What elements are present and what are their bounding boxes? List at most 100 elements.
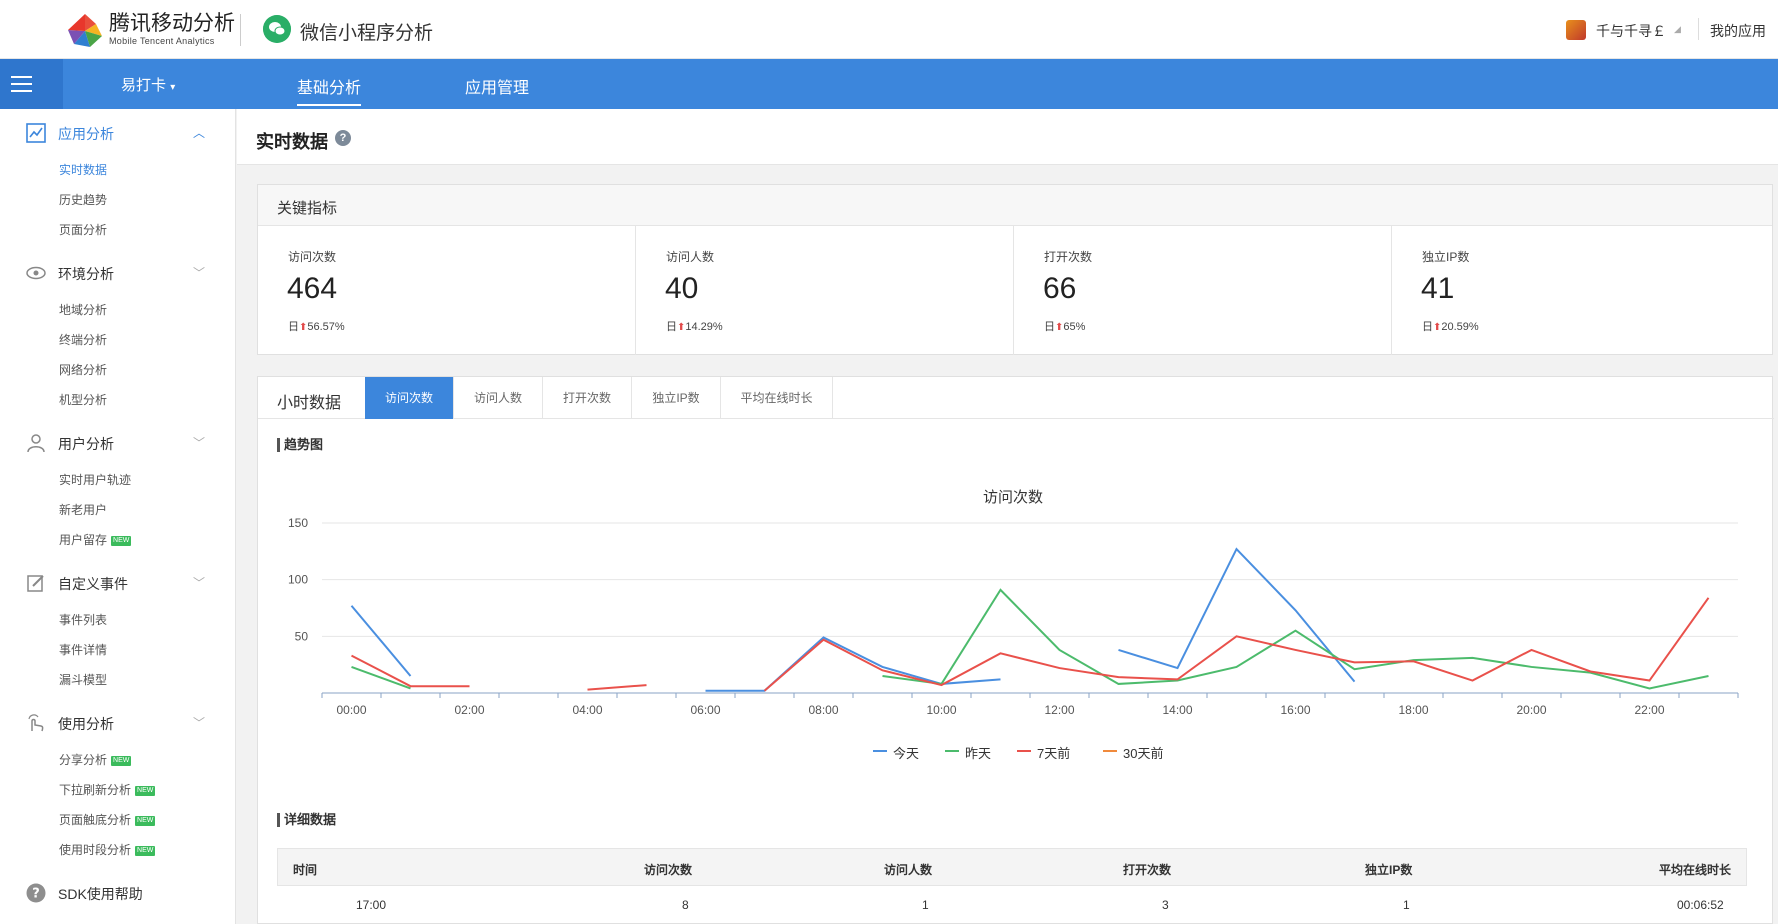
my-apps-link[interactable]: 我的应用: [1710, 21, 1766, 41]
sidebar-section-header[interactable]: ? SDK使用帮助: [0, 877, 236, 907]
new-badge: NEW: [135, 845, 156, 856]
sidebar-item-history[interactable]: 历史趋势: [59, 191, 107, 208]
user-name[interactable]: 千与千寻￡: [1596, 21, 1666, 41]
sidebar-item-new-old-users[interactable]: 新老用户: [59, 501, 107, 518]
sidebar-section-header[interactable]: 自定义事件 ﹀: [0, 567, 236, 597]
tencent-analytics-logo[interactable]: [66, 12, 104, 50]
cell-visits: 8: [682, 898, 689, 912]
table-header: 时间 访问次数 访问人数 打开次数 独立IP数 平均在线时长: [277, 848, 1747, 886]
kpi-visitors: 访问人数 40 日⬆14.29%: [636, 226, 1014, 355]
kpi-value: 40: [665, 272, 699, 305]
edit-icon: [27, 575, 44, 592]
new-badge: NEW: [111, 535, 132, 546]
kpi-change: 日⬆14.29%: [666, 318, 723, 334]
sidebar-item-funnel[interactable]: 漏斗模型: [59, 671, 107, 688]
sidebar-item-label: 下拉刷新分析: [59, 783, 132, 797]
kpi-change: 日⬆56.57%: [288, 318, 345, 334]
tab-avg-online-time[interactable]: 平均在线时长: [721, 377, 833, 419]
sidebar-item-model[interactable]: 机型分析: [59, 391, 107, 408]
key-metrics-header: 关键指标: [258, 185, 1772, 226]
sidebar-item-time-period[interactable]: 使用时段分析 NEW: [59, 841, 156, 858]
kpi-value: 66: [1043, 272, 1077, 305]
kpi-change-prefix: 日: [1422, 321, 1433, 333]
caret-down-icon[interactable]: ◢: [1674, 24, 1681, 35]
app-selector[interactable]: 易打卡 ▾: [121, 74, 175, 95]
sidebar-section-header[interactable]: 环境分析 ﹀: [0, 257, 236, 287]
sidebar-section-label: 使用分析: [58, 716, 114, 732]
sidebar-section-app-analysis: 应用分析 ︿: [0, 117, 236, 147]
sidebar-section-label: 应用分析: [58, 126, 114, 142]
chevron-down-icon: ﹀: [193, 576, 206, 590]
sidebar-item-label: 分享分析: [59, 753, 108, 767]
legend-label: 7天前: [1037, 746, 1071, 761]
sidebar-item-device[interactable]: 终端分析: [59, 331, 107, 348]
help-circle-icon: ?: [26, 883, 46, 903]
brand: 腾讯移动分析 Mobile Tencent Analytics: [109, 12, 235, 46]
menu-toggle-button[interactable]: [0, 59, 63, 109]
sidebar-item-pull-refresh[interactable]: 下拉刷新分析 NEW: [59, 781, 156, 798]
tab-basic-analysis[interactable]: 基础分析: [297, 74, 362, 106]
tab-unique-ip[interactable]: 独立IP数: [632, 377, 721, 419]
sidebar-section-header[interactable]: 使用分析 ﹀: [0, 707, 236, 737]
chevron-down-icon: ﹀: [193, 436, 206, 450]
wechat-icon: [263, 15, 291, 43]
detail-subheading: 详细数据: [277, 813, 336, 827]
legend-label: 昨天: [965, 746, 992, 761]
page-header: 实时数据 ?: [237, 109, 1778, 165]
sdk-help-label: SDK使用帮助: [58, 886, 143, 902]
sidebar: 应用分析 ︿ 实时数据 历史趋势 页面分析 环境分析 ﹀ 地域分析 终端分析 网…: [0, 109, 236, 924]
tab-visits[interactable]: 访问次数: [365, 377, 454, 419]
kpi-change: 日⬆65%: [1044, 318, 1085, 334]
product-title: 微信小程序分析: [300, 23, 434, 44]
hamburger-icon: [11, 90, 32, 92]
user-avatar[interactable]: [1566, 20, 1586, 40]
page-title: 实时数据: [256, 132, 328, 152]
legend-label: 今天: [893, 746, 920, 761]
tab-visitors[interactable]: 访问人数: [454, 377, 543, 419]
kpi-change-prefix: 日: [288, 321, 299, 333]
sidebar-item-realtime[interactable]: 实时数据: [59, 161, 107, 178]
sidebar-item-user-trace[interactable]: 实时用户轨迹: [59, 471, 131, 488]
sidebar-section-header[interactable]: 用户分析 ﹀: [0, 427, 236, 457]
sidebar-section-label: 用户分析: [58, 436, 114, 452]
sidebar-section-usage-analysis: 使用分析 ﹀: [0, 707, 236, 737]
sidebar-section-env-analysis: 环境分析 ﹀: [0, 257, 236, 287]
legend-swatch: [1017, 750, 1031, 752]
kpi-unique-ip: 独立IP数 41 日⬆20.59%: [1392, 226, 1772, 355]
sidebar-item-region[interactable]: 地域分析: [59, 301, 107, 318]
sidebar-item-label: 使用时段分析: [59, 843, 132, 857]
sidebar-item-event-list[interactable]: 事件列表: [59, 611, 107, 628]
sidebar-section-custom-events: 自定义事件 ﹀: [0, 567, 236, 597]
tab-app-management[interactable]: 应用管理: [465, 74, 529, 98]
legend-label: 30天前: [1123, 746, 1164, 761]
sidebar-help[interactable]: ? SDK使用帮助: [0, 877, 236, 907]
legend-swatch: [945, 750, 959, 752]
sidebar-item-retention[interactable]: 用户留存 NEW: [59, 531, 132, 548]
tab-opens[interactable]: 打开次数: [543, 377, 632, 419]
sidebar-item-share[interactable]: 分享分析 NEW: [59, 751, 132, 768]
sidebar-section-header[interactable]: 应用分析 ︿: [0, 117, 236, 147]
kpi-label: 独立IP数: [1422, 250, 1470, 264]
sidebar-item-reach-bottom[interactable]: 页面触底分析 NEW: [59, 811, 156, 828]
sidebar-section-label: 自定义事件: [58, 576, 128, 592]
key-metrics-card: 关键指标 访问次数 464 日⬆56.57% 访问人数 40 日⬆14.29% …: [257, 184, 1773, 355]
sidebar-item-label: 页面触底分析: [59, 813, 132, 827]
hourly-data-card: 小时数据 访问次数 访问人数 打开次数 独立IP数 平均在线时长: [257, 376, 1774, 924]
top-header: 腾讯移动分析 Mobile Tencent Analytics 微信小程序分析 …: [0, 0, 1778, 59]
kpi-visits: 访问次数 464 日⬆56.57%: [258, 226, 636, 355]
th-time: 时间: [293, 863, 318, 877]
user-icon: [27, 434, 45, 453]
sidebar-item-label: 用户留存: [59, 533, 108, 547]
sidebar-item-pages[interactable]: 页面分析: [59, 221, 107, 238]
chevron-down-icon: ﹀: [193, 716, 206, 730]
cell-opens: 3: [1162, 898, 1169, 912]
help-icon[interactable]: ?: [335, 130, 351, 146]
sidebar-item-event-detail[interactable]: 事件详情: [59, 641, 107, 658]
kpi-value: 464: [287, 272, 338, 305]
hourly-tabs-row: 小时数据 访问次数 访问人数 打开次数 独立IP数 平均在线时长: [258, 377, 1774, 419]
th-unique-ip: 独立IP数: [1365, 863, 1413, 877]
hamburger-icon: [11, 83, 32, 85]
th-opens: 打开次数: [1123, 863, 1172, 877]
sidebar-item-network[interactable]: 网络分析: [59, 361, 107, 378]
th-avg-time: 平均在线时长: [1659, 863, 1732, 877]
